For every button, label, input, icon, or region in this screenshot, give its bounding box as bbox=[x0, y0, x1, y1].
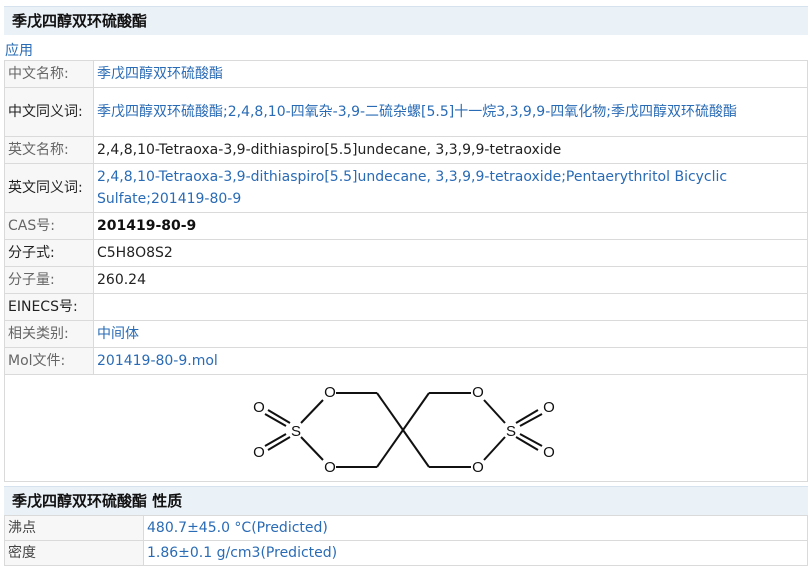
cn-name-link[interactable]: 季戊四醇双环硫酸酯 bbox=[97, 66, 223, 82]
atom-s-left: S bbox=[291, 423, 301, 440]
category-link[interactable]: 中间体 bbox=[97, 326, 139, 342]
en-synonyms-link[interactable]: 2,4,8,10-Tetraoxa-3,9-dithiaspiro[5.5]un… bbox=[97, 169, 727, 207]
table-row: CAS号: 201419-80-9 bbox=[4, 212, 808, 240]
structure-diagram: S S O O O O O O O O bbox=[253, 384, 555, 476]
table-row: 密度 1.86±0.1 g/cm3(Predicted) bbox=[4, 540, 808, 566]
value-mol-weight: 260.24 bbox=[93, 266, 808, 294]
table-row: 相关类别: 中间体 bbox=[4, 320, 808, 348]
atom-o: O bbox=[253, 444, 265, 461]
table-row: Mol文件: 201419-80-9.mol bbox=[4, 347, 808, 375]
value-mol-file: 201419-80-9.mol bbox=[93, 347, 808, 375]
table-row: 英文同义词: 2,4,8,10-Tetraoxa-3,9-dithiaspiro… bbox=[4, 163, 808, 213]
table-row: 中文名称: 季戊四醇双环硫酸酯 bbox=[4, 60, 808, 88]
properties-table: 沸点 480.7±45.0 °C(Predicted) 密度 1.86±0.1 … bbox=[4, 515, 808, 566]
label-formula: 分子式: bbox=[4, 239, 94, 267]
atom-o: O bbox=[543, 399, 555, 416]
value-category: 中间体 bbox=[93, 320, 808, 348]
cn-synonyms-link[interactable]: 季戊四醇双环硫酸酯;2,4,8,10-四氧杂-3,9-二硫杂螺[5.5]十一烷3… bbox=[97, 104, 737, 120]
table-row: S S O O O O O O O O bbox=[4, 374, 808, 482]
atom-o: O bbox=[253, 399, 265, 416]
table-row: 中文同义词: 季戊四醇双环硫酸酯;2,4,8,10-四氧杂-3,9-二硫杂螺[5… bbox=[4, 87, 808, 137]
atom-o: O bbox=[472, 459, 484, 476]
label-einecs: EINECS号: bbox=[4, 293, 94, 321]
value-boiling-point: 480.7±45.0 °C(Predicted) bbox=[143, 515, 808, 541]
atom-o: O bbox=[324, 384, 336, 401]
value-cas: 201419-80-9 bbox=[93, 212, 808, 240]
label-mol-file: Mol文件: bbox=[4, 347, 94, 375]
value-density: 1.86±0.1 g/cm3(Predicted) bbox=[143, 540, 808, 566]
label-density: 密度 bbox=[4, 540, 144, 566]
atom-s-right: S bbox=[506, 423, 516, 440]
label-cas: CAS号: bbox=[4, 212, 94, 240]
label-cn-synonyms: 中文同义词: bbox=[4, 87, 94, 137]
value-cn-name: 季戊四醇双环硫酸酯 bbox=[93, 60, 808, 88]
label-category: 相关类别: bbox=[4, 320, 94, 348]
structure-cell: S S O O O O O O O O bbox=[4, 374, 808, 482]
label-cn-name: 中文名称: bbox=[4, 60, 94, 88]
table-row: 分子量: 260.24 bbox=[4, 266, 808, 294]
table-row: EINECS号: bbox=[4, 293, 808, 321]
value-cn-synonyms: 季戊四醇双环硫酸酯;2,4,8,10-四氧杂-3,9-二硫杂螺[5.5]十一烷3… bbox=[93, 87, 808, 137]
cas-number: 201419-80-9 bbox=[97, 218, 197, 234]
table-row: 英文名称: 2,4,8,10-Tetraoxa-3,9-dithiaspiro[… bbox=[4, 136, 808, 164]
value-einecs bbox=[93, 293, 808, 321]
table-row: 分子式: C5H8O8S2 bbox=[4, 239, 808, 267]
atom-o: O bbox=[543, 444, 555, 461]
label-mol-weight: 分子量: bbox=[4, 266, 94, 294]
value-en-synonyms: 2,4,8,10-Tetraoxa-3,9-dithiaspiro[5.5]un… bbox=[93, 163, 808, 213]
mol-file-link[interactable]: 201419-80-9.mol bbox=[97, 353, 218, 369]
page: 季戊四醇双环硫酸酯 应用 中文名称: 季戊四醇双环硫酸酯 中文同义词: 季戊四醇… bbox=[0, 0, 810, 569]
page-title: 季戊四醇双环硫酸酯 bbox=[4, 6, 808, 35]
value-en-name: 2,4,8,10-Tetraoxa-3,9-dithiaspiro[5.5]un… bbox=[93, 136, 808, 164]
atom-o: O bbox=[472, 384, 484, 401]
label-en-synonyms: 英文同义词: bbox=[4, 163, 94, 213]
properties-title: 季戊四醇双环硫酸酯 性质 bbox=[4, 486, 808, 515]
table-row: 沸点 480.7±45.0 °C(Predicted) bbox=[4, 515, 808, 541]
info-table: 中文名称: 季戊四醇双环硫酸酯 中文同义词: 季戊四醇双环硫酸酯;2,4,8,1… bbox=[4, 60, 808, 482]
apply-link[interactable]: 应用 bbox=[5, 40, 33, 60]
value-formula: C5H8O8S2 bbox=[93, 239, 808, 267]
label-en-name: 英文名称: bbox=[4, 136, 94, 164]
structure-bonds bbox=[264, 392, 543, 468]
atom-o: O bbox=[324, 459, 336, 476]
label-boiling-point: 沸点 bbox=[4, 515, 144, 541]
